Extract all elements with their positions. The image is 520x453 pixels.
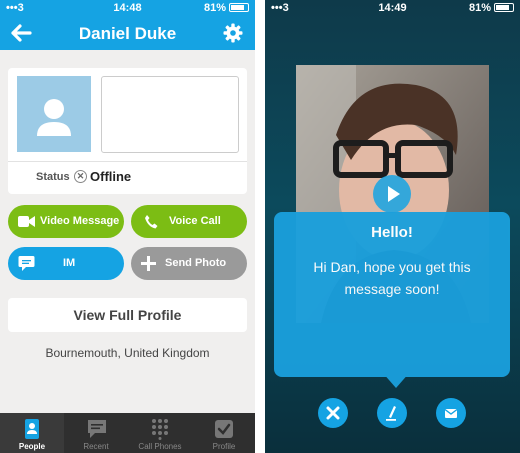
battery-icon xyxy=(229,3,249,12)
battery-indicator: 81% xyxy=(204,2,249,14)
send-photo-label: Send Photo xyxy=(165,257,227,269)
video-message-label: Video Message xyxy=(40,215,120,227)
people-icon xyxy=(25,419,39,439)
avatar xyxy=(17,76,91,152)
location-text: Bournemouth, United Kingdom xyxy=(45,346,210,360)
tab-label: People xyxy=(18,442,46,451)
chat-bubble-icon xyxy=(18,256,35,271)
status-bar: •••3 14:48 81% xyxy=(0,0,255,16)
nav-bar: Daniel Duke xyxy=(0,16,255,50)
profile-screen: •••3 14:48 81% Daniel Duke Status ✕ Offl… xyxy=(0,0,255,453)
battery-indicator: 81% xyxy=(469,2,514,14)
page-title: Daniel Duke xyxy=(78,24,177,43)
mood-message-box[interactable] xyxy=(101,76,239,153)
play-button[interactable] xyxy=(373,175,411,213)
video-camera-icon xyxy=(18,216,35,227)
divider xyxy=(8,161,247,162)
check-icon xyxy=(215,420,233,438)
tab-people[interactable]: People xyxy=(0,413,64,453)
close-button[interactable] xyxy=(318,398,348,428)
edit-icon xyxy=(386,406,396,421)
edit-button[interactable] xyxy=(377,398,407,428)
mail-icon xyxy=(444,408,458,418)
bubble-tail xyxy=(382,372,410,388)
screen-divider xyxy=(255,0,265,453)
dialpad-icon xyxy=(152,419,168,440)
tab-call-phones[interactable]: Call Phones xyxy=(128,413,192,453)
tab-profile[interactable]: Profile xyxy=(192,413,255,453)
tab-label: Recent xyxy=(83,442,109,451)
profile-card: Status ✕ Offline xyxy=(8,68,247,194)
view-full-profile-button[interactable]: View Full Profile xyxy=(8,298,247,332)
person-silhouette-icon xyxy=(37,99,71,136)
phone-icon xyxy=(145,215,158,229)
message-bubble: Hello! Hi Dan, hope you get this message… xyxy=(274,212,510,388)
tab-label: Profile xyxy=(212,442,236,451)
close-icon xyxy=(326,406,340,420)
message-body: Hi Dan, hope you get this message soon! xyxy=(313,259,471,297)
plus-icon xyxy=(141,256,156,271)
video-message-screen: •••3 14:49 81% Hello! Hi Dan, hope you g… xyxy=(265,0,520,453)
tab-recent[interactable]: Recent xyxy=(64,413,128,453)
mail-button[interactable] xyxy=(436,398,466,428)
status-value: Offline xyxy=(90,169,132,184)
im-button[interactable]: IM xyxy=(8,247,124,280)
status-row: Status ✕ Offline xyxy=(36,169,131,184)
send-photo-button[interactable]: Send Photo xyxy=(131,247,247,280)
back-arrow-icon[interactable] xyxy=(10,23,32,43)
message-title: Hello! xyxy=(371,224,413,241)
status-bar: •••3 14:49 81% xyxy=(265,0,520,16)
tab-label: Call Phones xyxy=(138,442,182,451)
tab-bar: People Recent Call Phones Profile xyxy=(0,413,255,453)
offline-icon: ✕ xyxy=(74,170,87,183)
gear-icon[interactable] xyxy=(223,23,243,43)
video-message-button[interactable]: Video Message xyxy=(8,205,124,238)
chat-bubble-icon xyxy=(88,420,106,438)
status-label: Status xyxy=(36,171,70,183)
voice-call-button[interactable]: Voice Call xyxy=(131,205,247,238)
voice-call-label: Voice Call xyxy=(169,215,221,227)
battery-icon xyxy=(494,3,514,12)
im-label: IM xyxy=(63,257,76,269)
play-icon xyxy=(388,186,400,202)
